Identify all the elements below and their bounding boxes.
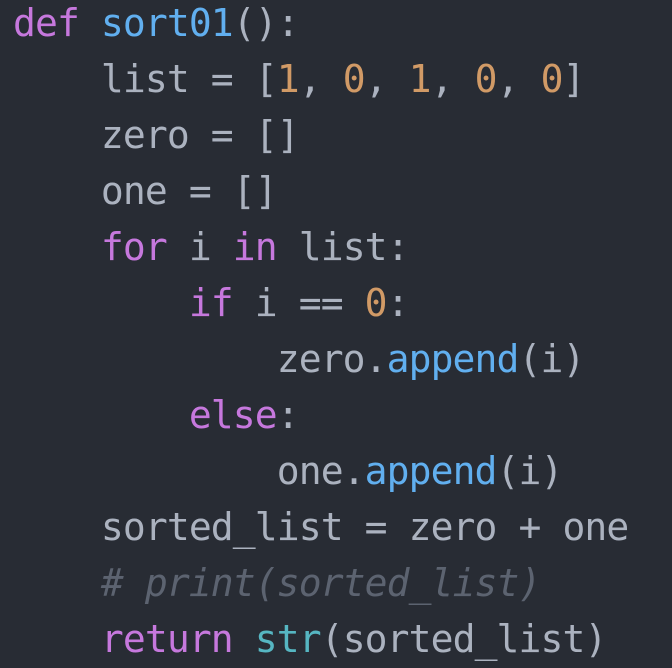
code-editor[interactable]: def sort01(): list = [1, 0, 1, 0, 0] zer… [0,0,672,668]
code-text-token: ] [562,57,586,101]
code-text-token: , [430,57,475,101]
code-text-token: (i) [518,337,586,381]
code-text-token: zero. [13,337,388,381]
code-line: return str(sorted_list) [13,611,628,667]
code-text-token: : [386,281,410,325]
code-line: def sort01(): [13,0,628,51]
code-text-token: , [496,57,541,101]
code-line: for i in list: [13,219,628,275]
code-text-token: sorted_list = zero + one [13,505,629,549]
code-text-token: list: [276,225,410,269]
code-line: zero = [] [13,107,628,163]
code-line: if i == 0: [13,275,628,331]
keyword-token: else [188,393,278,437]
keyword-token: if [188,281,234,325]
comment-token: # print(sorted_list) [100,561,541,605]
function-name-token: append [386,337,520,381]
code-text-token: (sorted_list) [320,617,608,661]
number-literal-token: 1 [276,57,300,101]
code-text-token: zero = [] [13,113,300,157]
code-line: else: [13,387,628,443]
builtin-token: str [254,617,322,661]
keyword-token: in [232,225,278,269]
code-text-token: i [166,225,233,269]
code-line: sorted_list = zero + one [13,499,629,555]
code-block[interactable]: def sort01(): list = [1, 0, 1, 0, 0] zer… [13,0,629,667]
code-line: # print(sorted_list) [13,555,628,611]
code-line: one.append(i) [13,443,628,499]
code-text-token: , [364,57,409,101]
function-name-token: append [364,449,498,493]
code-text-token: (): [232,1,300,45]
keyword-token: for [100,225,168,269]
number-literal-token: 1 [408,57,432,101]
code-line: list = [1, 0, 1, 0, 0] [13,51,628,107]
code-line: zero.append(i) [13,331,628,387]
code-text-token: , [298,57,343,101]
number-literal-token: 0 [342,57,366,101]
number-literal-token: 0 [474,57,498,101]
code-text-token: one. [13,449,366,493]
number-literal-token: 0 [364,281,388,325]
keyword-token: return [100,617,234,661]
function-name-token: sort01 [100,1,234,45]
code-line: one = [] [13,163,628,219]
code-text-token: one = [] [13,169,278,213]
code-text-token: i == [232,281,365,325]
keyword-token: def [13,1,80,45]
number-literal-token: 0 [540,57,564,101]
code-text-token: list = [ [13,57,278,101]
code-text-token: : [276,393,300,437]
code-text-token: (i) [496,449,564,493]
